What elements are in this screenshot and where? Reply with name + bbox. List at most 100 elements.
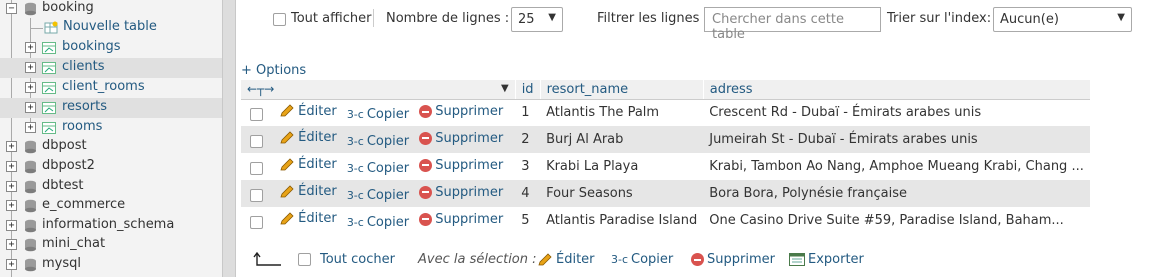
cell-id[interactable]: 4 <box>515 180 541 207</box>
cell-adress[interactable]: Krabi, Tambon Ao Nang, Amphoe Mueang Kra… <box>703 153 1090 180</box>
tree-table-clients[interactable]: + clients <box>0 58 222 78</box>
column-header-id[interactable]: id <box>514 80 541 100</box>
tree-db-e-commerce[interactable]: + e_commerce <box>0 196 222 216</box>
tree-db-label[interactable]: information_schema <box>42 217 174 232</box>
tree-table-label[interactable]: bookings <box>62 39 121 54</box>
tree-db-label[interactable]: mysql <box>42 256 81 271</box>
cell-adress[interactable]: Jumeirah St - Dubaï - Émirats arabes uni… <box>703 126 1090 153</box>
tree-db-label[interactable]: mini_chat <box>42 236 105 251</box>
tree-table-label[interactable]: resorts <box>62 99 107 114</box>
show-all-label[interactable]: Tout afficher <box>291 11 371 26</box>
column-header-resort-name[interactable]: resort_name <box>539 80 704 100</box>
cell-resort-name[interactable]: Burj Al Arab <box>540 126 704 153</box>
copy-button[interactable]: 3‑c Copier <box>347 107 409 122</box>
expand-icon[interactable]: + <box>25 122 36 133</box>
tree-table-label[interactable]: rooms <box>62 119 102 134</box>
edit-button[interactable]: Éditer <box>279 130 337 145</box>
row-checkbox[interactable] <box>250 188 263 202</box>
copy-button[interactable]: 3‑c Copier <box>347 161 409 176</box>
tree-table-label[interactable]: client_rooms <box>62 79 145 94</box>
delete-button[interactable]: Supprimer <box>419 212 503 227</box>
delete-icon <box>419 131 433 145</box>
edit-button[interactable]: Éditer <box>279 184 337 199</box>
tree-table-client-rooms[interactable]: + client_rooms <box>0 78 222 98</box>
cell-resort-name[interactable]: Atlantis The Palm <box>540 99 704 126</box>
tree-table-resorts[interactable]: + resorts <box>0 98 222 118</box>
show-all-checkbox[interactable] <box>273 13 286 26</box>
edit-button[interactable]: Éditer <box>279 104 337 119</box>
tree-db-dbpost2[interactable]: + dbpost2 <box>0 157 222 177</box>
pencil-icon <box>280 104 294 117</box>
row-checkbox[interactable] <box>250 134 263 148</box>
panel-resizer[interactable] <box>222 0 236 277</box>
bulk-export-button[interactable]: Exporter <box>789 252 864 267</box>
edit-button[interactable]: Éditer <box>279 157 337 172</box>
tree-new-table-label[interactable]: Nouvelle table <box>63 19 157 34</box>
copy-icon: 3‑c <box>611 253 629 266</box>
expand-icon[interactable]: + <box>6 239 17 250</box>
options-link[interactable]: + Options <box>241 63 306 78</box>
tree-table-rooms[interactable]: + rooms <box>0 118 222 138</box>
cell-resort-name[interactable]: Four Seasons <box>540 180 704 207</box>
sort-caret-icon[interactable]: ▼ <box>501 83 509 94</box>
delete-button[interactable]: Supprimer <box>419 131 503 146</box>
expand-icon[interactable]: + <box>6 220 17 231</box>
expand-icon[interactable]: + <box>6 141 17 152</box>
bulk-copy-button[interactable]: 3‑c Copier <box>611 252 673 267</box>
expand-icon[interactable]: + <box>6 181 17 192</box>
pencil-icon <box>280 212 294 225</box>
delete-button[interactable]: Supprimer <box>419 104 503 119</box>
cell-resort-name[interactable]: Atlantis Paradise Island <box>540 207 704 234</box>
delete-button[interactable]: Supprimer <box>419 185 503 200</box>
filter-rows-input[interactable]: Chercher dans cette table <box>704 7 881 42</box>
tree-db-mini-chat[interactable]: + mini_chat <box>0 235 222 255</box>
row-checkbox[interactable] <box>250 161 263 175</box>
tree-db-mysql[interactable]: + mysql <box>0 255 222 275</box>
expand-columns-icon[interactable]: ←┬→ <box>247 82 274 96</box>
check-all-label[interactable]: Tout cocher <box>320 252 395 267</box>
expand-icon[interactable]: + <box>6 200 17 211</box>
tree-table-bookings[interactable]: + bookings <box>0 38 222 58</box>
expand-icon[interactable]: + <box>6 259 17 270</box>
copy-button[interactable]: 3‑c Copier <box>347 188 409 203</box>
cell-id[interactable]: 1 <box>515 99 541 126</box>
delete-button[interactable]: Supprimer <box>419 158 503 173</box>
database-icon <box>25 140 36 154</box>
copy-button[interactable]: 3‑c Copier <box>347 134 409 149</box>
rows-count-select[interactable]: 25 ▼ <box>511 7 563 32</box>
expand-icon[interactable]: + <box>25 42 36 53</box>
tree-db-label[interactable]: dbtest <box>42 178 83 193</box>
column-header-adress[interactable]: adress <box>702 80 1090 100</box>
tree-new-table[interactable]: Nouvelle table <box>0 18 222 38</box>
column-controls-header: ←┬→ ▼ <box>241 80 516 100</box>
tree-db-label[interactable]: booking <box>42 0 94 15</box>
expand-icon[interactable]: + <box>6 161 17 172</box>
expand-icon[interactable]: + <box>25 62 36 73</box>
sort-index-select[interactable]: Aucun(e) ▼ <box>993 7 1132 32</box>
row-checkbox[interactable] <box>250 215 263 229</box>
cell-adress[interactable]: One Casino Drive Suite #59, Paradise Isl… <box>703 207 1090 234</box>
check-all-checkbox[interactable] <box>298 253 311 266</box>
edit-button[interactable]: Éditer <box>279 211 337 226</box>
cell-id[interactable]: 3 <box>515 153 541 180</box>
copy-button[interactable]: 3‑c Copier <box>347 215 409 230</box>
tree-db-information-schema[interactable]: + information_schema <box>0 216 222 236</box>
expand-icon[interactable]: + <box>25 102 36 113</box>
row-checkbox[interactable] <box>250 108 263 121</box>
bulk-delete-button[interactable]: Supprimer <box>691 252 775 267</box>
cell-resort-name[interactable]: Krabi La Playa <box>540 153 704 180</box>
collapse-icon[interactable]: − <box>6 3 17 14</box>
cell-id[interactable]: 2 <box>515 126 541 153</box>
tree-db-label[interactable]: dbpost <box>42 138 87 153</box>
expand-icon[interactable]: + <box>25 82 36 93</box>
cell-id[interactable]: 5 <box>515 207 541 234</box>
bulk-edit-button[interactable]: Éditer <box>537 252 595 267</box>
tree-db-booking[interactable]: − booking <box>0 0 222 19</box>
tree-db-label[interactable]: dbpost2 <box>42 158 95 173</box>
cell-adress[interactable]: Bora Bora, Polynésie française <box>703 180 1090 207</box>
tree-table-label[interactable]: clients <box>62 59 104 74</box>
tree-db-label[interactable]: e_commerce <box>42 197 125 212</box>
tree-db-dbpost[interactable]: + dbpost <box>0 137 222 157</box>
cell-adress[interactable]: Crescent Rd - Dubaï - Émirats arabes uni… <box>703 99 1090 126</box>
tree-db-dbtest[interactable]: + dbtest <box>0 177 222 197</box>
